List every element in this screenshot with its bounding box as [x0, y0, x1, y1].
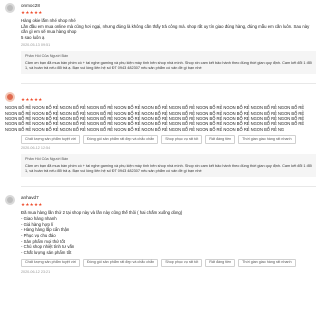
seller-reply-title: Phản Hồi Của Người Bán: [25, 157, 69, 162]
review-tag: Thời gian giao hàng rất nhanh: [238, 135, 296, 144]
review-tag: Chất lượng sản phẩm tuyệt vời: [21, 258, 80, 268]
review-line: - Chất lượng sản phẩm tốt: [21, 249, 72, 255]
seller-reply-title: Phản Hồi Của Người Bán: [25, 54, 69, 59]
review-text: NGON BỔ RẺ NGON BỔ RẺ NGON BỔ RẺ NGON BỔ…: [5, 105, 316, 132]
rating-stars: ★★★★★: [21, 97, 43, 103]
review-tag: Rất đáng tiền: [205, 135, 236, 144]
review-tags: Chất lượng sản phẩm tuyệt vời Đóng gói s…: [21, 258, 316, 268]
avatar[interactable]: [5, 195, 15, 206]
reviewer-name[interactable]: [21, 92, 316, 96]
review-tag: Thời gian giao hàng rất nhanh: [238, 258, 296, 268]
review-text: Đã mua hàng lần thứ 2 tại shop này và lầ…: [21, 210, 316, 255]
review-line: Lần đầu em mua online mà cũng hơi ngại, …: [21, 23, 310, 35]
review-line: 5 sao luôn ạ: [21, 35, 45, 41]
review-item: anhavd7 ★★★★★ Đã mua hàng lần thứ 2 tại …: [0, 187, 320, 274]
avatar[interactable]: [5, 92, 15, 103]
review-tag: Shop phục vụ rất tốt: [161, 135, 203, 144]
review-date: 2020-05-13 09:51: [21, 43, 51, 48]
reviewer-name[interactable]: anhavd7: [21, 195, 316, 201]
review-tags: Chất lượng sản phẩm tuyệt vời Đóng gói s…: [21, 135, 316, 144]
review-tag: Đóng gói sản phẩm rất đẹp và chắc chắn: [82, 135, 159, 144]
review-text: Hàng okie lắm nhé shop nhé Lần đầu em mu…: [21, 18, 316, 41]
review-tag: Rất đáng tiền: [205, 258, 236, 268]
rating-stars: ★★★★★: [21, 202, 43, 208]
reviewer-name[interactable]: onmoc28: [21, 3, 316, 9]
seller-reply: Phản Hồi Của Người Bán Cảm ơn bạn đã mua…: [21, 154, 316, 178]
avatar[interactable]: [5, 3, 15, 13]
review-item: ★★★★★ NGON BỔ RẺ NGON BỔ RẺ NGON BỔ RẺ N…: [0, 84, 320, 186]
review-tag: Shop phục vụ rất tốt: [161, 258, 203, 268]
review-tag: Đóng gói sản phẩm rất đẹp và chắc chắn: [82, 258, 159, 268]
review-date: 2020-06-12 23:21: [21, 269, 51, 274]
seller-reply-text: Cảm ơn bạn đã mua bàn phím có + tai nghe…: [25, 164, 312, 174]
review-date: 2020-06-12 12:54: [21, 146, 51, 151]
review-tag: Chất lượng sản phẩm tuyệt vời: [21, 135, 80, 144]
rating-stars: ★★★★★: [21, 10, 43, 16]
seller-reply-text: Cảm ơn bạn đã mua bàn phím có + tai nghe…: [25, 61, 312, 71]
review-line: NGON BỔ RẺ NGON BỔ RẺ NGON BỔ RẺ NGON BỔ…: [5, 105, 305, 132]
review-item: onmoc28 ★★★★★ Hàng okie lắm nhé shop nhé…: [0, 0, 320, 83]
seller-reply: Phản Hồi Của Người Bán Cảm ơn bạn đã mua…: [21, 51, 316, 75]
